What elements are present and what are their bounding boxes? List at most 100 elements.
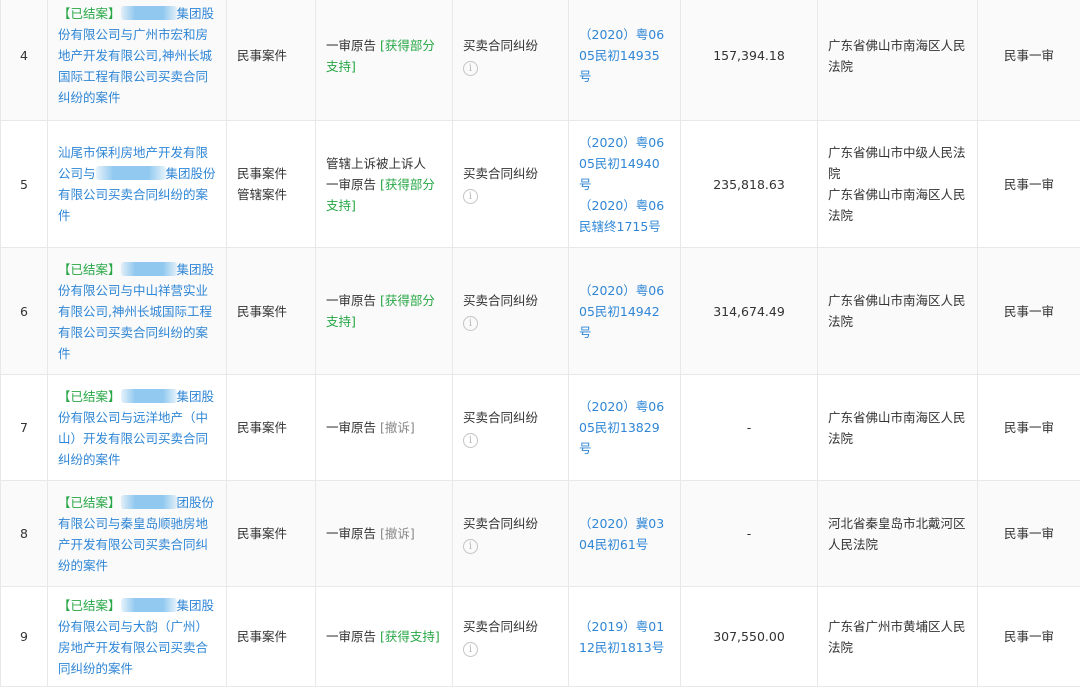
court-name: 广东省佛山市南海区人民法院 [828,184,967,226]
trial-level: 民事一审 [978,587,1080,687]
party-role: 一审原告 [获得支持] [326,626,442,647]
redacted-company-name [96,166,166,180]
trial-level: 民事一审 [978,121,1080,248]
court-cell: 广东省佛山市南海区人民法院 [818,248,978,375]
case-title-link[interactable]: 【已结案】集团股份有限公司与广州市宏和房地产开发有限公司,神州长城国际工程有限公… [48,0,227,121]
court-name: 河北省秦皇岛市北戴河区人民法院 [828,513,967,555]
party-role-cell: 管辖上诉被上诉人一审原告 [获得部分支持] [316,121,453,248]
party-role: 一审原告 [获得部分支持] [326,35,442,77]
redacted-company-name [121,598,177,612]
court-name: 广东省佛山市中级人民法院 [828,142,967,184]
row-index: 5 [1,121,48,248]
case-number-link[interactable]: （2020）冀0304民初61号 [579,513,670,555]
case-type-cell: 民事案件 [227,248,316,375]
table-row: 8【已结案】团股份有限公司与秦皇岛顺驰房地产开发有限公司买卖合同纠纷的案件民事案… [1,481,1080,587]
party-role: 一审原告 [获得部分支持] [326,290,442,332]
court-name: 广东省佛山市南海区人民法院 [828,35,967,77]
case-number-link[interactable]: （2019）粤0112民初1813号 [579,616,670,658]
court-name: 广东省佛山市南海区人民法院 [828,290,967,332]
trial-level: 民事一审 [978,481,1080,587]
role-text: 一审原告 [326,526,380,541]
party-role-cell: 一审原告 [撤诉] [316,481,453,587]
case-number-link[interactable]: （2020）粤0605民初14940号 [579,132,670,195]
info-icon[interactable]: i [463,316,478,331]
case-cause-cell: 买卖合同纠纷 i [453,587,569,687]
case-cause-cell: 买卖合同纠纷i [453,375,569,481]
row-index: 6 [1,248,48,375]
case-type-cell: 民事案件管辖案件 [227,121,316,248]
case-cause-cell: 买卖合同纠纷 i [453,248,569,375]
case-type: 民事案件 [237,45,305,66]
case-cause: 买卖合同纠纷 [463,513,558,534]
judgment-result: [撤诉] [380,526,415,541]
case-title-link[interactable]: 汕尾市保利房地产开发有限公司与集团股份有限公司买卖合同纠纷的案件 [48,121,227,248]
case-amount: 307,550.00 [681,587,818,687]
case-type: 民事案件 [237,163,305,184]
court-cell: 广东省佛山市南海区人民法院 [818,375,978,481]
redacted-company-name [121,495,177,509]
info-icon[interactable]: i [463,642,478,657]
case-amount: - [681,375,818,481]
case-cause: 买卖合同纠纷 [463,616,558,637]
status-tag: 【已结案】 [58,6,121,21]
status-tag: 【已结案】 [58,598,121,613]
role-text: 一审原告 [326,293,380,308]
table-row: 4【已结案】集团股份有限公司与广州市宏和房地产开发有限公司,神州长城国际工程有限… [1,0,1080,121]
case-cause: 买卖合同纠纷 [463,163,558,184]
case-type-cell: 民事案件 [227,587,316,687]
redacted-company-name [121,262,177,276]
role-text: 一审原告 [326,629,380,644]
party-role: 一审原告 [撤诉] [326,523,442,544]
judgment-result: [获得支持] [380,629,440,644]
trial-level: 民事一审 [978,375,1080,481]
case-number-link[interactable]: （2020）粤06民辖终1715号 [579,195,670,237]
table-row: 6【已结案】集团股份有限公司与中山祥营实业有限公司,神州长城国际工程有限公司买卖… [1,248,1080,375]
case-cause-cell: 买卖合同纠纷 i [453,481,569,587]
case-title-link[interactable]: 【已结案】集团股份有限公司与大韵（广州）房地产开发有限公司买卖合同纠纷的案件 [48,587,227,687]
court-cell: 广东省佛山市中级人民法院广东省佛山市南海区人民法院 [818,121,978,248]
court-cell: 广东省佛山市南海区人民法院 [818,0,978,121]
case-number-link[interactable]: （2020）粤0605民初14935号 [579,24,670,87]
redacted-company-name [121,6,177,20]
case-title-link[interactable]: 【已结案】集团股份有限公司与远洋地产（中山）开发有限公司买卖合同纠纷的案件 [48,375,227,481]
party-role-cell: 一审原告 [撤诉] [316,375,453,481]
judgment-result: [撤诉] [380,420,415,435]
status-tag: 【已结案】 [58,495,121,510]
case-title-link[interactable]: 【已结案】集团股份有限公司与中山祥营实业有限公司,神州长城国际工程有限公司买卖合… [48,248,227,375]
party-role-cell: 一审原告 [获得部分支持] [316,248,453,375]
party-role: 一审原告 [撤诉] [326,417,442,438]
court-cell: 河北省秦皇岛市北戴河区人民法院 [818,481,978,587]
row-index: 8 [1,481,48,587]
info-icon[interactable]: i [463,539,478,554]
case-cause-cell: 买卖合同纠纷 i [453,121,569,248]
role-text: 一审原告 [326,38,380,53]
info-icon[interactable]: i [463,61,478,76]
role-text: 一审原告 [326,420,380,435]
court-cell: 广东省广州市黄埔区人民法院 [818,587,978,687]
case-cause-cell: 买卖合同纠纷 i [453,0,569,121]
case-number-cell: （2020）粤0605民初14942号 [569,248,681,375]
party-role-cell: 一审原告 [获得支持] [316,587,453,687]
case-number-link[interactable]: （2020）粤0605民初13829号 [579,396,670,459]
court-name: 广东省佛山市南海区人民法院 [828,407,967,449]
case-type-cell: 民事案件 [227,375,316,481]
case-number-cell: （2020）冀0304民初61号 [569,481,681,587]
info-icon[interactable]: i [463,433,478,448]
case-number-cell: （2020）粤0605民初14935号 [569,0,681,121]
info-icon[interactable]: i [463,189,478,204]
role-text: 管辖上诉被上诉人 [326,156,426,171]
party-role: 一审原告 [获得部分支持] [326,174,442,216]
case-number-cell: （2020）粤0605民初13829号 [569,375,681,481]
table-row: 9【已结案】集团股份有限公司与大韵（广州）房地产开发有限公司买卖合同纠纷的案件民… [1,587,1080,687]
case-type-cell: 民事案件 [227,0,316,121]
case-cause: 买卖合同纠纷 [463,35,558,56]
case-type: 管辖案件 [237,184,305,205]
case-number-link[interactable]: （2020）粤0605民初14942号 [579,280,670,343]
case-title-link[interactable]: 【已结案】团股份有限公司与秦皇岛顺驰房地产开发有限公司买卖合同纠纷的案件 [48,481,227,587]
case-table: 4【已结案】集团股份有限公司与广州市宏和房地产开发有限公司,神州长城国际工程有限… [0,0,1080,687]
case-cause: 买卖合同纠纷 [463,290,558,311]
trial-level: 民事一审 [978,248,1080,375]
court-name: 广东省广州市黄埔区人民法院 [828,616,967,658]
status-tag: 【已结案】 [58,389,121,404]
case-type: 民事案件 [237,523,305,544]
